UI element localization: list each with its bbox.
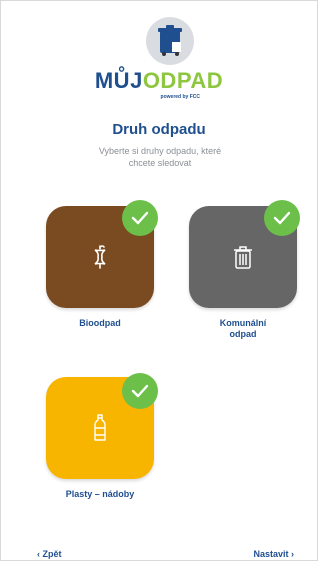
- back-link[interactable]: ‹ Zpět: [37, 549, 62, 559]
- selected-check-komunalni[interactable]: [264, 200, 300, 236]
- category-label-komunalni-line1: Komunální: [219, 318, 267, 328]
- category-label-bioodpad: Bioodpad: [79, 318, 121, 328]
- brand-name-part1: MŮJ: [94, 68, 143, 93]
- trash-bin-icon: [158, 25, 182, 56]
- selected-check-bioodpad[interactable]: [122, 200, 158, 236]
- apple-core-icon: [94, 245, 106, 269]
- checkmark-icon: [131, 211, 149, 225]
- category-label-komunalni-line2: odpad: [229, 329, 257, 339]
- checkmark-icon: [131, 384, 149, 398]
- plastic-bottle-icon: [94, 414, 106, 441]
- trash-bin-icon: [234, 246, 252, 269]
- category-label-komunalni: Komunální odpad: [189, 318, 297, 340]
- next-button[interactable]: Nastavit ›: [253, 549, 294, 559]
- brand-name: MŮJODPAD: [0, 68, 318, 94]
- category-label-plasty: Plasty – nádoby: [65, 489, 135, 499]
- checkmark-icon: [273, 211, 291, 225]
- app-logo: [146, 17, 194, 65]
- page-subtitle: Vyberte si druhy odpadu, které chcete sl…: [98, 146, 222, 168]
- brand-name-part2: ODPAD: [142, 68, 224, 93]
- selected-check-plasty[interactable]: [122, 373, 158, 409]
- powered-by: powered by FCC: [160, 94, 200, 100]
- page-title: Druh odpadu: [112, 121, 206, 138]
